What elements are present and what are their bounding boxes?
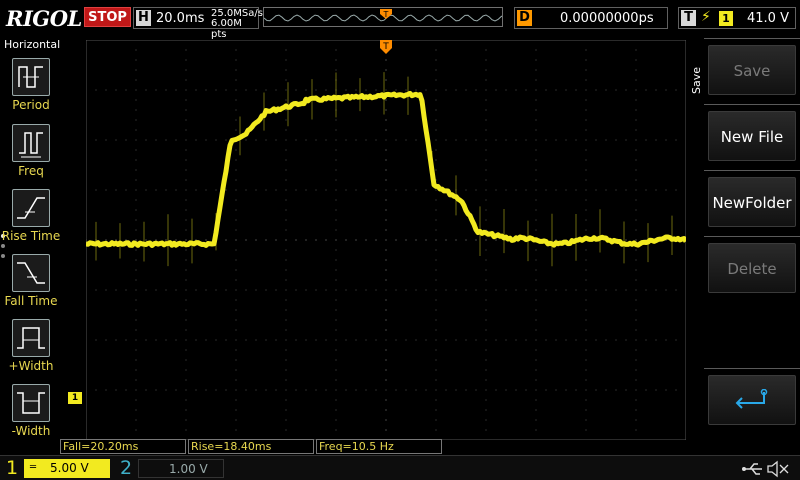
trigger-level: 41.0 V — [747, 11, 789, 26]
channel-status-bar: 1 5.00 V ═ 2 1.00 V — [0, 455, 800, 480]
top-status-bar: RIGOL STOP H 20.0ms 25.0MSa/s 6.00M pts … — [0, 0, 800, 40]
trigger-top-label: T — [382, 42, 389, 52]
period-icon — [12, 58, 50, 96]
measure-freq[interactable]: Freq — [0, 124, 62, 186]
fall-time-icon — [12, 254, 50, 292]
memory-depth: 6.00M pts — [211, 18, 242, 40]
fall-time-result: Fall=20.20ms — [60, 439, 186, 454]
trigger-box[interactable]: T ⚡ 1 41.0 V — [678, 7, 796, 29]
trigger-position-bar[interactable]: T — [263, 7, 503, 27]
speaker-muted-icon — [767, 460, 789, 478]
negative-width-label: -Width — [11, 424, 51, 438]
trigger-source: 1 — [719, 11, 733, 26]
measure-period[interactable]: Period — [0, 58, 62, 120]
run-stop-status[interactable]: STOP — [84, 7, 131, 27]
save-menu: Save Save New File NewFolder Delete — [688, 38, 800, 438]
dc-coupling-icon: ═ — [30, 462, 37, 473]
ch1-number[interactable]: 1 — [6, 456, 18, 480]
rise-time-result: Rise=18.40ms — [188, 439, 314, 454]
delay-box[interactable]: D 0.00000000ps — [514, 7, 668, 29]
fall-time-label: Fall Time — [4, 294, 58, 308]
delay-tag: D — [517, 10, 532, 26]
return-button[interactable] — [704, 368, 800, 430]
ch2-number[interactable]: 2 — [120, 456, 132, 480]
frequency-result: Freq=10.5 Hz — [316, 439, 442, 454]
freq-label: Freq — [18, 164, 44, 178]
save-button[interactable]: Save — [704, 38, 800, 100]
rise-time-label: Rise Time — [1, 229, 61, 243]
measure-positive-width[interactable]: +Width — [0, 319, 62, 381]
measure-rise-time[interactable]: Rise Time — [0, 189, 62, 251]
timebase-value: 20.0ms — [156, 11, 205, 26]
rise-time-icon — [12, 189, 50, 227]
waveform-display[interactable]: T — [86, 40, 686, 440]
measure-fall-time[interactable]: Fall Time — [0, 254, 62, 316]
timebase-box[interactable]: H 20.0ms 25.0MSa/s 6.00M pts — [133, 7, 263, 40]
positive-width-icon — [12, 319, 50, 357]
negative-width-icon — [12, 384, 50, 422]
timebase-tag: H — [136, 10, 151, 26]
period-label: Period — [12, 98, 50, 112]
save-menu-title: Save — [690, 66, 703, 94]
freq-icon — [12, 124, 50, 162]
measure-menu: Horizontal Period Freq Rise Time Fall Ti… — [0, 38, 62, 438]
positive-width-label: +Width — [8, 359, 54, 373]
ch1-ground-marker[interactable]: 1 — [68, 392, 82, 404]
delay-value: 0.00000000ps — [560, 11, 654, 26]
rigol-logo: RIGOL — [6, 6, 82, 31]
trigger-marker-label: T — [383, 10, 389, 19]
memory-overview-wave: T — [264, 9, 502, 22]
measure-negative-width[interactable]: -Width — [0, 384, 62, 446]
new-folder-button[interactable]: NewFolder — [704, 170, 800, 232]
trigger-tag: T — [681, 10, 696, 26]
ch2-scale[interactable]: 1.00 V — [138, 459, 224, 478]
delete-button[interactable]: Delete — [704, 236, 800, 298]
return-arrow-icon — [735, 388, 768, 409]
status-icons — [742, 460, 789, 478]
ch1-scale[interactable]: 5.00 V — [24, 459, 110, 478]
menu-title: Horizontal — [4, 38, 61, 51]
usb-icon — [742, 463, 762, 475]
new-file-button[interactable]: New File — [704, 104, 800, 166]
rising-edge-icon: ⚡ — [701, 9, 711, 25]
